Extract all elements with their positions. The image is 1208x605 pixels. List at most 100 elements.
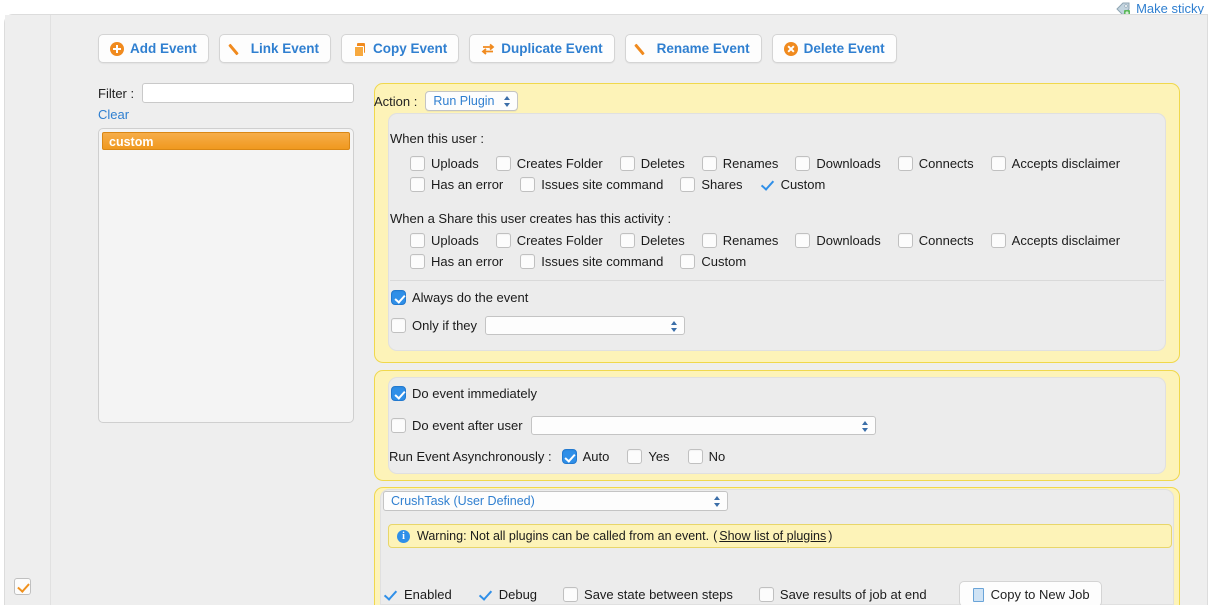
checkbox-box-checked (760, 177, 775, 192)
do-event-after-user-row: Do event after user (391, 416, 876, 435)
info-icon: i (397, 529, 410, 543)
link-event-button[interactable]: Link Event (218, 34, 332, 63)
chevron-updown-icon (714, 495, 721, 509)
copy-pages-icon (353, 42, 367, 57)
radio-do-event-after-user[interactable]: Do event after user (391, 418, 523, 433)
checkbox-creates-folder[interactable]: Creates Folder (495, 156, 603, 171)
show-list-of-plugins-link[interactable]: Show list of plugins (719, 529, 826, 543)
checkbox-label: Custom (780, 177, 826, 192)
warning-paren-close: ) (828, 529, 833, 543)
checkbox-deletes[interactable]: Deletes (619, 156, 685, 171)
checkbox-label: Renames (722, 156, 779, 171)
rename-event-button[interactable]: Rename Event (624, 34, 762, 63)
radio-async-yes[interactable]: Yes (627, 449, 670, 464)
duplicate-event-button[interactable]: Duplicate Event (469, 34, 615, 63)
share-checkbox-has-an-error[interactable]: Has an error (410, 254, 503, 269)
list-item[interactable]: custom (102, 132, 350, 150)
delete-event-label: Delete Event (803, 41, 885, 56)
checkbox-box (495, 156, 511, 171)
filter-input[interactable] (142, 83, 354, 103)
checkbox-box (410, 254, 425, 269)
action-row: Action : Run Plugin (374, 91, 518, 111)
checkbox-label: Debug (498, 586, 538, 602)
checkbox-box-checked (383, 587, 398, 602)
when-share-title: When a Share this user creates has this … (390, 211, 672, 226)
checkbox-connects[interactable]: Connects (897, 156, 974, 171)
share-checkbox-connects[interactable]: Connects (897, 233, 974, 248)
checkbox-label: Deletes (640, 233, 685, 248)
checkbox-label: Downloads (816, 233, 881, 248)
checkbox-renames[interactable]: Renames (701, 156, 779, 171)
checkbox-has-an-error[interactable]: Has an error (410, 177, 503, 192)
radio-async-no[interactable]: No (687, 449, 726, 464)
do-event-after-user-select[interactable] (530, 416, 876, 435)
radio-label: No (708, 449, 726, 464)
action-select[interactable]: Run Plugin (425, 91, 518, 111)
action-label: Action : (374, 93, 418, 109)
clear-filter-link[interactable]: Clear (98, 107, 354, 122)
share-checkbox-renames[interactable]: Renames (701, 233, 778, 248)
checkbox-custom[interactable]: Custom (760, 177, 826, 192)
copy-to-new-job-button[interactable]: Copy to New Job (958, 581, 1102, 605)
checkbox-box (563, 586, 579, 602)
checkbox-box (520, 254, 536, 269)
share-checkbox-creates-folder[interactable]: Creates Folder (495, 233, 603, 248)
corner-checkbox[interactable] (14, 578, 31, 595)
radio-box-checked (391, 290, 406, 305)
radio-do-event-immediately[interactable]: Do event immediately (391, 386, 537, 401)
checkbox-label: Uploads (431, 233, 479, 248)
plugin-warning-bar: i Warning: Not all plugins can be called… (388, 524, 1172, 548)
duplicate-event-label: Duplicate Event (501, 41, 603, 56)
radio-label: Always do the event (412, 290, 529, 305)
checkbox-box (520, 177, 536, 192)
radio-always-do-the-event[interactable]: Always do the event (391, 290, 528, 305)
checkbox-save-state-between-steps[interactable]: Save state between steps (563, 586, 733, 602)
checkbox-downloads[interactable]: Downloads (795, 156, 881, 171)
checkbox-enabled[interactable]: Enabled (383, 587, 452, 602)
when-share-row-1: Uploads Creates Folder Deletes Renames D… (410, 233, 1134, 248)
radio-box (391, 318, 406, 333)
checkbox-debug[interactable]: Debug (478, 587, 537, 602)
only-if-they-select[interactable] (485, 316, 686, 335)
radio-async-auto[interactable]: Auto (561, 449, 609, 464)
when-user-title: When this user : (390, 131, 484, 146)
share-checkbox-uploads[interactable]: Uploads (410, 233, 479, 248)
checkbox-box (795, 233, 811, 248)
share-checkbox-accepts-disclaimer[interactable]: Accepts disclaimer (990, 233, 1120, 248)
checkbox-label: Issues site command (541, 177, 664, 192)
circle-plus-icon (110, 41, 124, 56)
checkbox-uploads[interactable]: Uploads (410, 156, 479, 171)
run-async-label: Run Event Asynchronously : (389, 449, 552, 464)
checkbox-label: Creates Folder (516, 233, 603, 248)
checkbox-box (495, 233, 511, 248)
radio-label: Only if they (412, 318, 478, 333)
checkbox-label: Creates Folder (516, 156, 603, 171)
checkbox-accepts-disclaimer[interactable]: Accepts disclaimer (990, 156, 1121, 171)
only-if-they-row: Only if they (391, 316, 686, 335)
event-list-box[interactable]: custom (98, 128, 354, 423)
warning-paren-open: ( (713, 529, 718, 543)
radio-label: Yes (648, 449, 670, 464)
checkbox-shares[interactable]: Shares (680, 177, 743, 192)
radio-only-if-they[interactable]: Only if they (391, 318, 477, 333)
radio-box (627, 449, 643, 464)
checkbox-label: Uploads (431, 156, 479, 171)
checkbox-box-checked (478, 587, 493, 602)
share-checkbox-downloads[interactable]: Downloads (795, 233, 881, 248)
checkbox-label: Save results of job at end (779, 586, 927, 602)
chevron-updown-icon (861, 420, 869, 434)
share-checkbox-issues-site-command[interactable]: Issues site command (520, 254, 663, 269)
delete-event-button[interactable]: Delete Event (771, 34, 897, 63)
add-event-button[interactable]: Add Event (98, 34, 209, 63)
checkbox-box (701, 233, 717, 248)
chevron-updown-icon (671, 320, 678, 334)
checkbox-label: Accepts disclaimer (1011, 156, 1121, 171)
chevron-updown-icon (503, 95, 511, 109)
share-checkbox-deletes[interactable]: Deletes (619, 233, 685, 248)
checkbox-issues-site-command[interactable]: Issues site command (520, 177, 663, 192)
section-divider (390, 280, 1164, 281)
copy-event-button[interactable]: Copy Event (341, 34, 460, 63)
checkbox-save-results-of-job-at-end[interactable]: Save results of job at end (758, 586, 927, 602)
share-checkbox-custom[interactable]: Custom (680, 254, 746, 269)
plugin-select[interactable]: CrushTask (User Defined) (383, 491, 728, 511)
